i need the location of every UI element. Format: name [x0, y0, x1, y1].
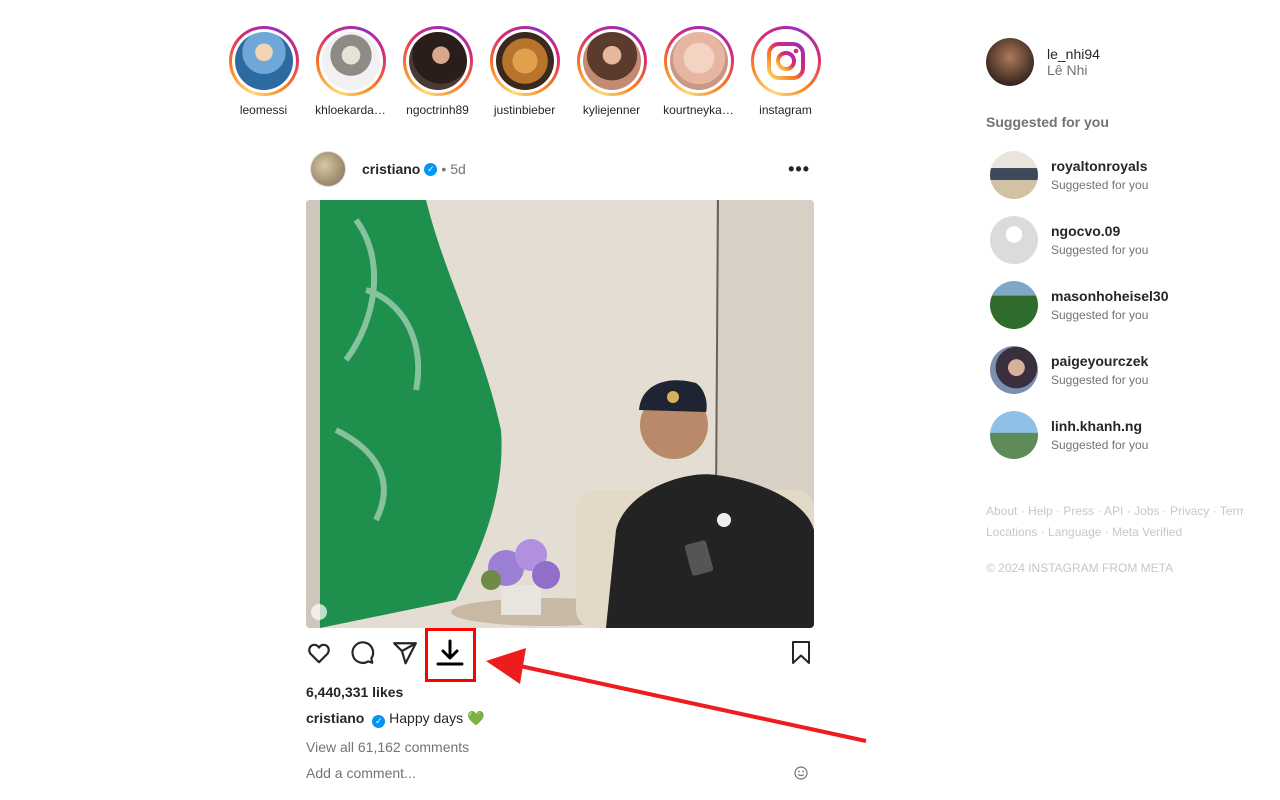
story-avatar [582, 32, 641, 90]
story-justinbieber[interactable]: justinbieber [481, 26, 568, 117]
suggestion-username: paigeyourczek [1051, 352, 1149, 369]
story-username: justinbieber [493, 103, 556, 117]
suggestion-username: linh.khanh.ng [1051, 417, 1142, 434]
suggestion-item[interactable]: paigeyourczek Suggested for you [986, 337, 1256, 402]
separator-dot: • [441, 161, 447, 177]
suggestions-list: royaltonroyals Suggested for you ngocvo.… [986, 142, 1256, 467]
share-icon[interactable] [392, 640, 418, 666]
post-header: cristiano ✓ • 5d ••• [306, 150, 814, 188]
heart-icon[interactable] [306, 640, 332, 666]
story-avatar [321, 32, 380, 90]
copyright: © 2024 INSTAGRAM FROM META [986, 561, 1174, 575]
suggestion-username: ngocvo.09 [1051, 222, 1121, 239]
post-author-username[interactable]: cristiano [362, 161, 420, 177]
current-user-fullname: Lê Nhi [1047, 62, 1088, 78]
suggestion-avatar [990, 215, 1038, 264]
story-avatar [669, 32, 728, 90]
suggestion-subtitle: Suggested for you [1051, 242, 1149, 257]
caption-text: Happy days [389, 710, 464, 726]
post-actions [306, 628, 814, 682]
suggestion-subtitle: Suggested for you [1051, 307, 1149, 322]
suggestion-item[interactable]: linh.khanh.ng Suggested for you [986, 402, 1256, 467]
footer-links-line-1[interactable]: About · Help · Press · API · Jobs · Priv… [986, 501, 1244, 522]
add-comment-input[interactable]: Add a comment... [306, 765, 416, 781]
story-kourtneykardash[interactable]: kourtneyka… [655, 26, 742, 117]
post-photo [306, 200, 814, 628]
suggestion-username: masonhoheisel30 [1051, 287, 1169, 304]
emoji-icon[interactable] [794, 766, 808, 780]
comment-icon[interactable] [349, 640, 375, 666]
suggested-title: Suggested for you [986, 114, 1109, 130]
story-ngoctrinh89[interactable]: ngoctrinh89 [394, 26, 481, 117]
current-username[interactable]: le_nhi94 [1047, 46, 1100, 62]
suggestion-avatar [990, 410, 1038, 459]
suggestion-avatar [990, 280, 1038, 329]
feed-post: cristiano ✓ • 5d ••• 6,440,331 likes cri… [306, 150, 814, 781]
suggestion-item[interactable]: royaltonroyals Suggested for you [986, 142, 1256, 207]
story-kyliejenner[interactable]: kyliejenner [568, 26, 655, 117]
verified-badge-icon: ✓ [424, 162, 438, 176]
caption-username[interactable]: cristiano [306, 710, 364, 726]
stories-tray: leomessi khloekarda… ngoctrinh89 justinb… [220, 26, 829, 117]
story-username: kourtneyka… [663, 103, 734, 117]
suggestion-item[interactable]: masonhoheisel30 Suggested for you [986, 272, 1256, 337]
post-image[interactable] [306, 200, 814, 628]
story-leomessi[interactable]: leomessi [220, 26, 307, 117]
story-username: instagram [759, 103, 812, 117]
story-username: ngoctrinh89 [406, 103, 469, 117]
footer-links-line-2[interactable]: Locations · Language · Meta Verified [986, 522, 1244, 543]
current-user-avatar[interactable] [986, 38, 1034, 86]
instagram-logo-icon [756, 32, 815, 90]
post-caption: cristiano ✓ Happy days 💚 [306, 710, 484, 728]
story-avatar [495, 32, 554, 90]
green-heart-emoji: 💚 [466, 710, 485, 726]
story-username: leomessi [239, 103, 288, 117]
more-options-button[interactable]: ••• [788, 159, 810, 180]
story-avatar [234, 32, 293, 90]
suggestion-username: royaltonroyals [1051, 157, 1148, 174]
add-comment-row: Add a comment... [306, 765, 814, 781]
likes-count[interactable]: 6,440,331 likes [306, 684, 403, 700]
suggestion-subtitle: Suggested for you [1051, 177, 1149, 192]
right-sidebar: le_nhi94 Lê Nhi Suggested for you royalt… [986, 38, 1256, 575]
download-icon[interactable] [435, 638, 465, 668]
story-username: khloekarda… [315, 103, 386, 117]
suggestion-avatar [990, 150, 1038, 199]
verified-badge-icon: ✓ [372, 715, 386, 728]
story-instagram[interactable]: instagram [742, 26, 829, 117]
post-timestamp[interactable]: 5d [450, 161, 466, 177]
post-author-avatar[interactable] [310, 151, 346, 187]
suggestion-avatar [990, 345, 1038, 394]
view-all-comments-link[interactable]: View all 61,162 comments [306, 739, 469, 755]
story-username: kyliejenner [582, 103, 641, 117]
story-khloekardashian[interactable]: khloekarda… [307, 26, 394, 117]
suggestion-subtitle: Suggested for you [1051, 372, 1149, 387]
current-user: le_nhi94 Lê Nhi [986, 38, 1256, 86]
footer-links: About · Help · Press · API · Jobs · Priv… [986, 501, 1244, 543]
story-avatar [408, 32, 467, 90]
save-bookmark-icon[interactable] [790, 640, 812, 666]
suggestion-subtitle: Suggested for you [1051, 437, 1149, 452]
suggestion-item[interactable]: ngocvo.09 Suggested for you [986, 207, 1256, 272]
